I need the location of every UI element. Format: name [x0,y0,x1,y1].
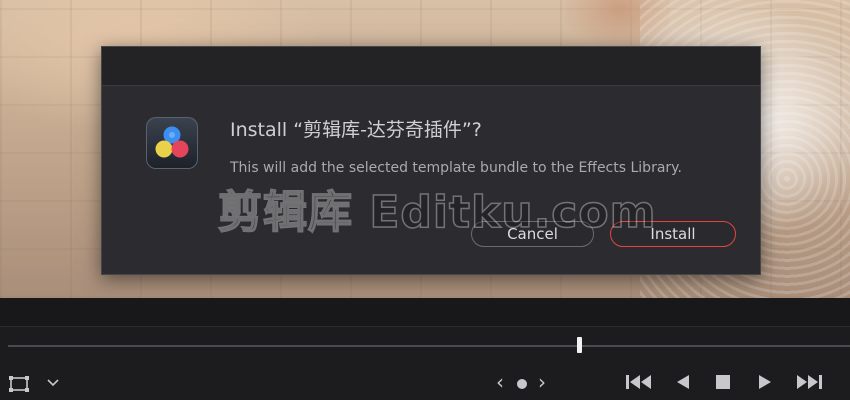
install-dialog: Install “剪辑库-达芬奇插件”? This will add the s… [101,46,761,275]
playhead-handle[interactable] [577,337,582,353]
scrubber-track[interactable] [8,345,850,347]
davinci-resolve-icon [146,117,198,169]
play-icon[interactable] [757,374,773,390]
stop-icon[interactable] [715,374,731,390]
chevron-down-icon[interactable] [46,378,60,388]
player-top-strip [0,298,850,327]
skip-to-end-icon[interactable] [795,373,823,391]
previous-icon[interactable]: ‹ [496,372,504,392]
skip-to-start-icon[interactable] [625,373,653,391]
dialog-titlebar [102,47,760,86]
dialog-title: Install “剪辑库-达芬奇插件”? [230,119,482,141]
watermark-text: 剪辑库 Editku.com [217,186,657,239]
dot-icon[interactable] [516,378,528,390]
dialog-message: This will add the selected template bund… [230,160,682,176]
crop-icon[interactable] [8,375,30,393]
play-reverse-icon[interactable] [675,374,691,390]
next-icon[interactable]: › [538,372,546,392]
